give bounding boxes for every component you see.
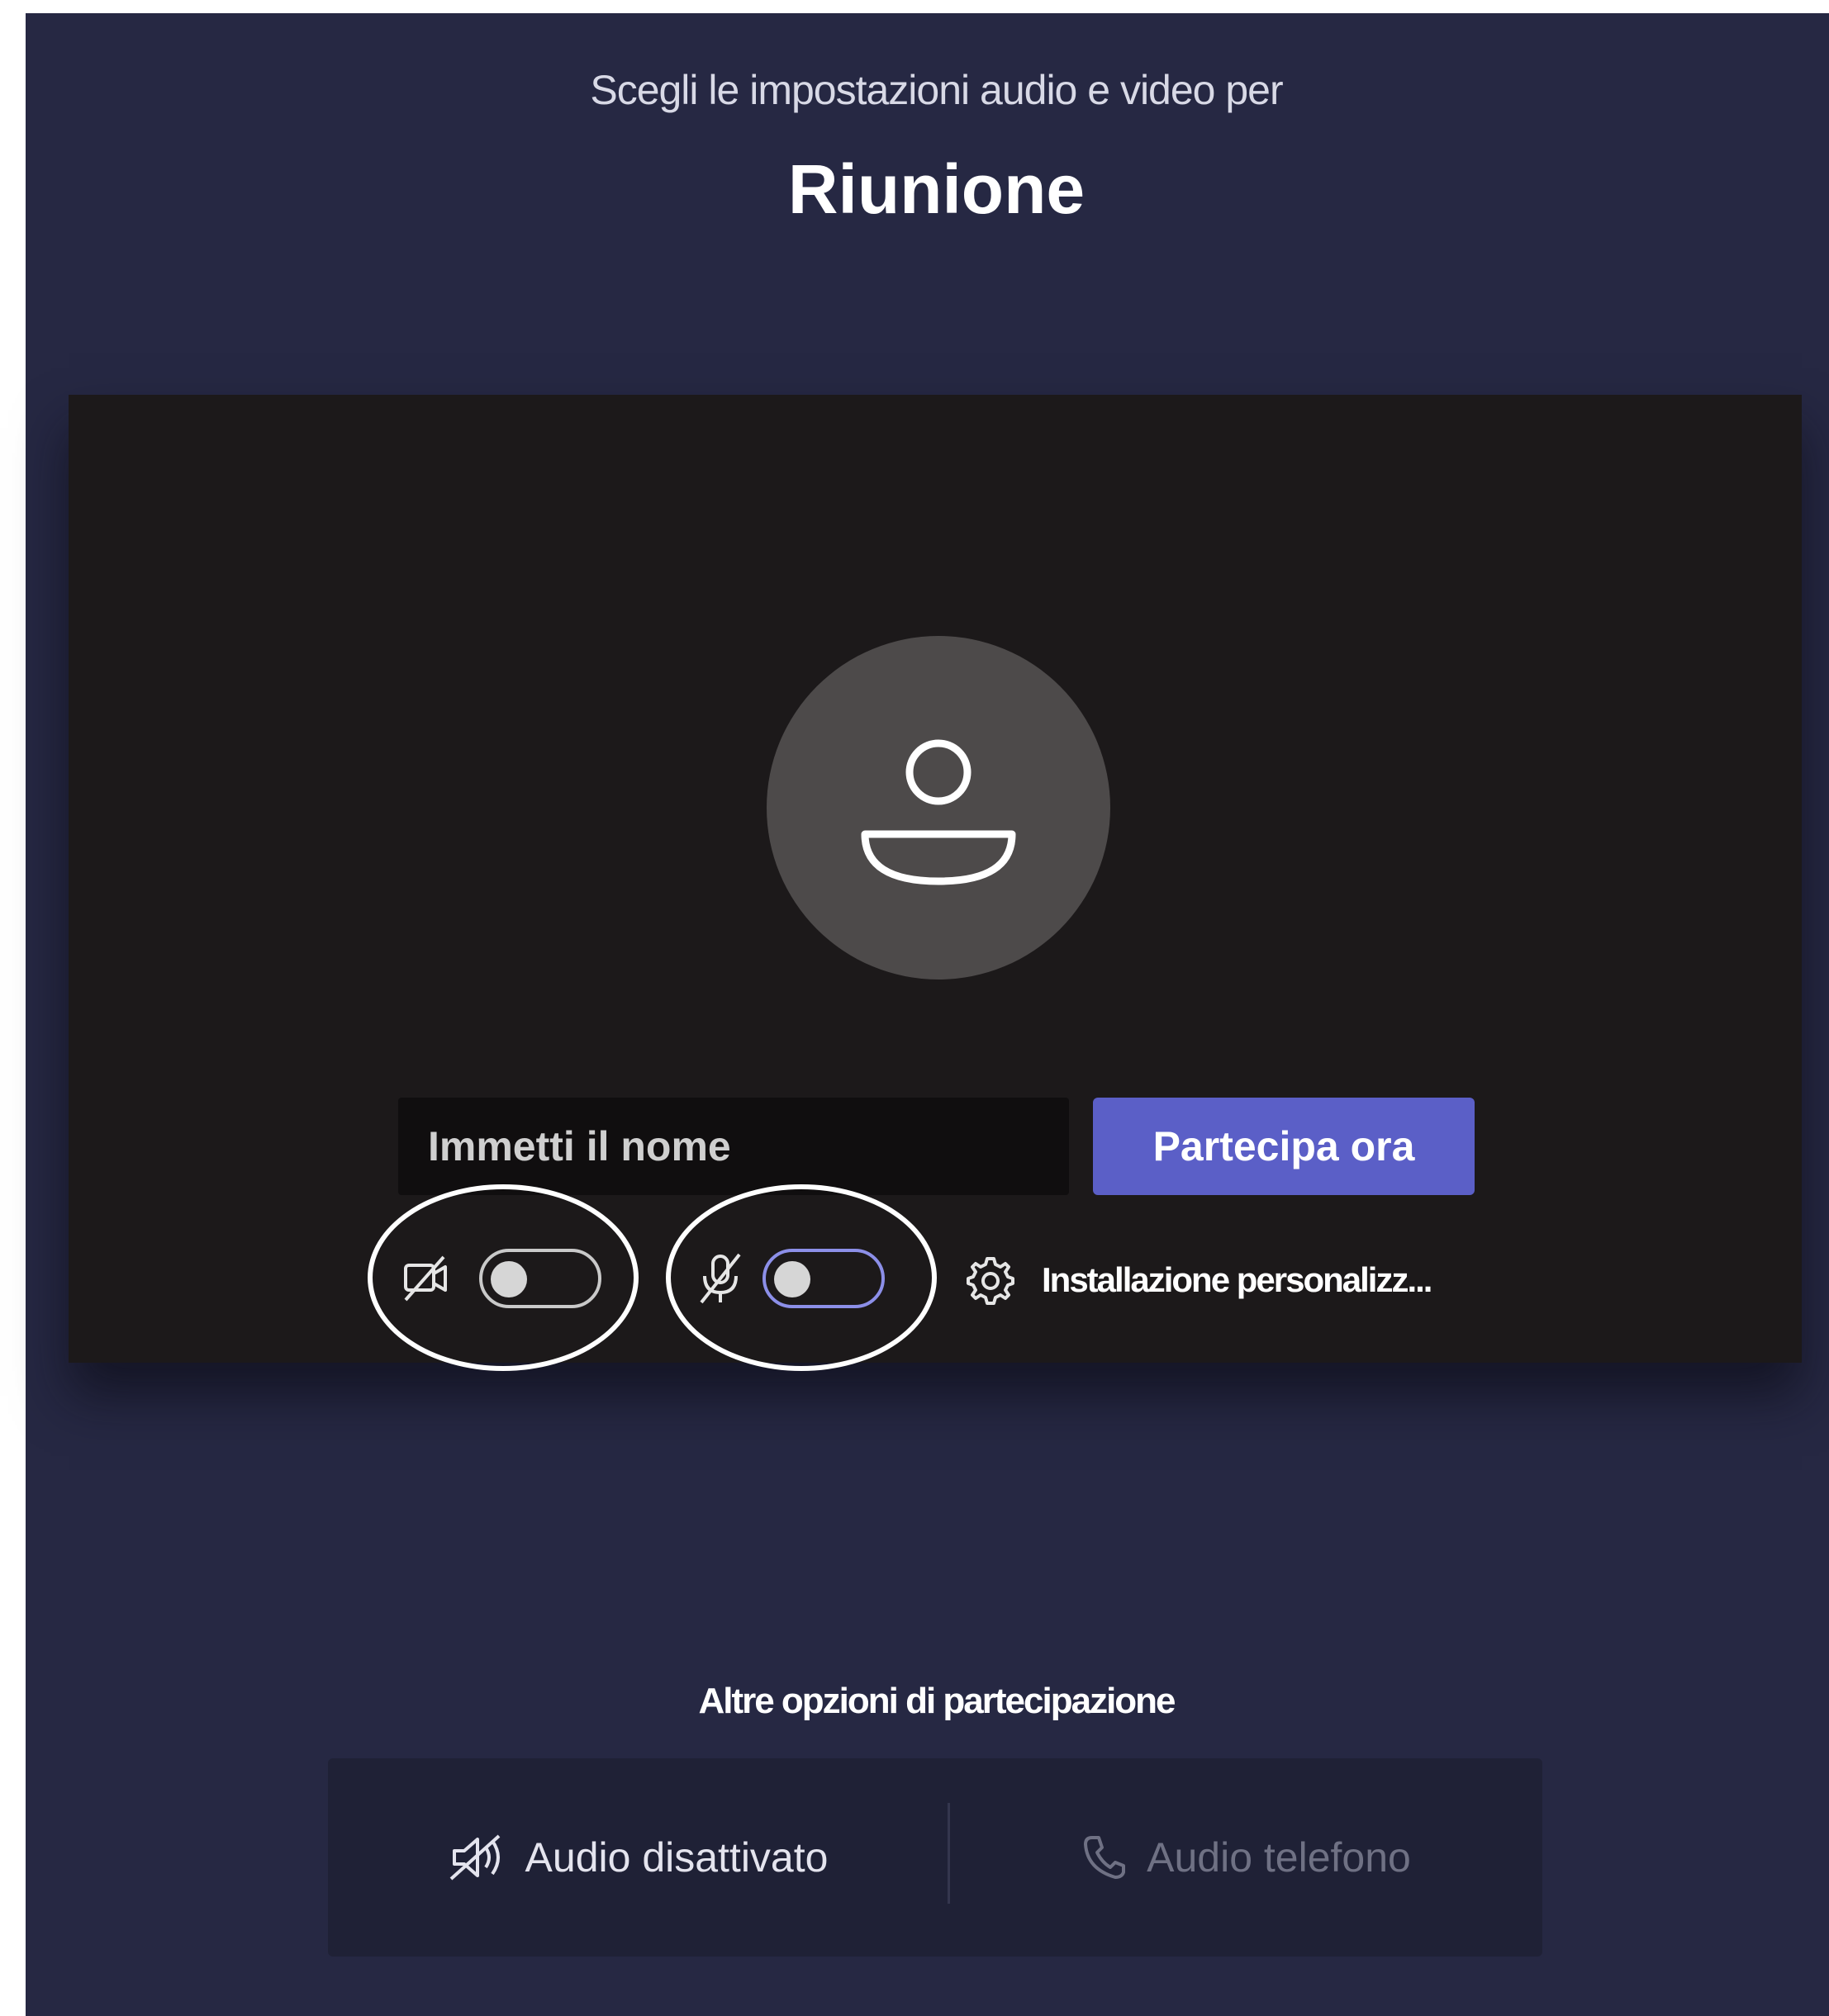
meeting-title: Riunione [787, 150, 1086, 228]
camera-toggle-knob [491, 1261, 527, 1297]
phone-icon [1084, 1836, 1126, 1879]
mic-toggle[interactable] [762, 1249, 885, 1308]
audio-off-label: Audio disattivato [525, 1834, 829, 1881]
settings-subtitle: Scegli le impostazioni audio e video per [590, 67, 1283, 113]
mic-off-icon [700, 1253, 741, 1304]
join-now-button[interactable]: Partecipa ora [1093, 1098, 1475, 1195]
person-icon [861, 739, 1016, 885]
avatar [767, 636, 1110, 980]
device-controls: Installazione personalizz... [69, 1184, 1802, 1371]
gear-icon[interactable] [963, 1254, 1016, 1307]
name-input[interactable] [398, 1098, 1069, 1195]
camera-off-icon [404, 1255, 447, 1302]
other-join-options: Audio disattivato Audio telefono [328, 1758, 1542, 1957]
mic-toggle-knob [774, 1261, 810, 1297]
audio-off-option[interactable]: Audio disattivato [328, 1758, 948, 1957]
phone-audio-option[interactable]: Audio telefono [949, 1758, 1542, 1957]
prejoin-screen: Scegli le impostazioni audio e video per… [26, 13, 1829, 2016]
video-preview: Partecipa ora [69, 395, 1802, 1371]
speaker-off-icon [449, 1834, 500, 1881]
phone-audio-label: Audio telefono [1147, 1834, 1411, 1881]
custom-setup-link[interactable]: Installazione personalizz... [1042, 1260, 1432, 1300]
camera-toggle[interactable] [479, 1249, 601, 1308]
other-options-heading: Altre opzioni di partecipazione [698, 1681, 1176, 1721]
